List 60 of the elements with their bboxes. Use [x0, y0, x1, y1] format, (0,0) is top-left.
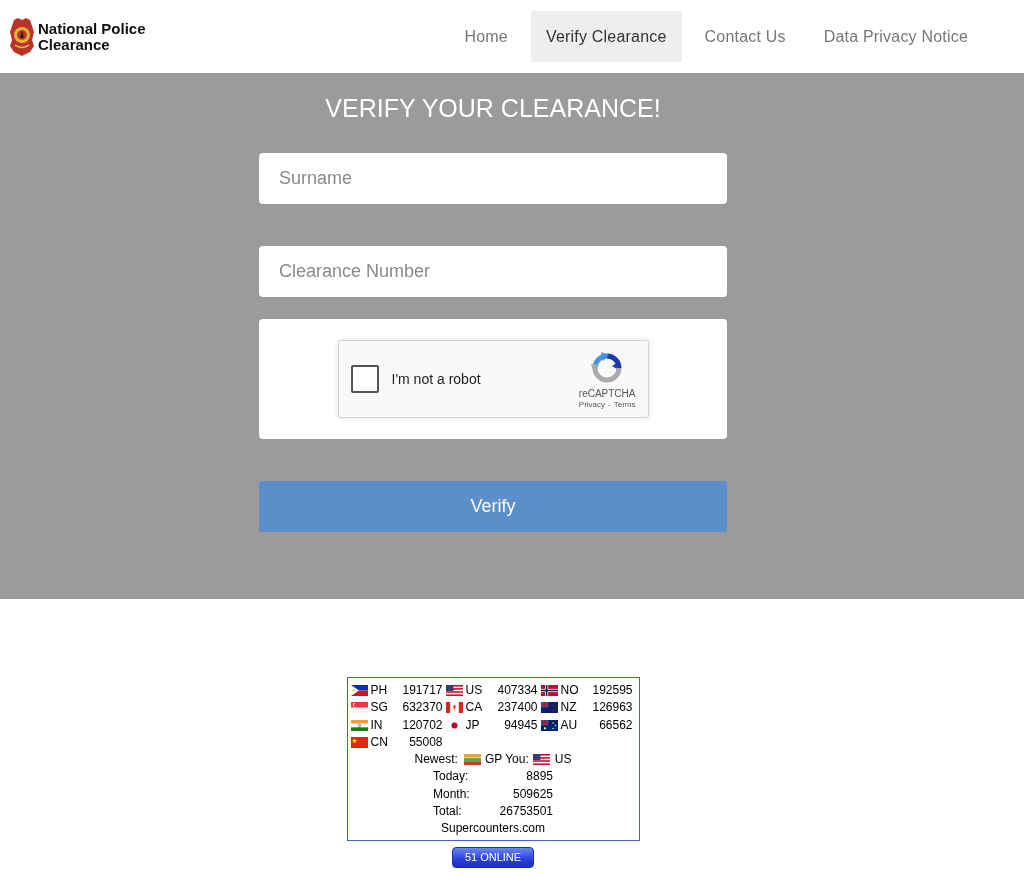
- input-field[interactable]: Clearance Number: [259, 246, 727, 297]
- visit-count: 191717: [402, 682, 443, 699]
- nav-link[interactable]: Contact Us: [689, 11, 801, 62]
- stat-label: Month:: [433, 785, 471, 803]
- stat-value: 26753501: [498, 803, 553, 821]
- country-code: PH: [370, 682, 388, 699]
- checkbox[interactable]: [350, 365, 379, 393]
- visit-count: 237400: [497, 699, 538, 717]
- country-code: AU: [560, 716, 578, 734]
- visit-count: 94945: [504, 716, 538, 734]
- flag-icon: [540, 685, 558, 697]
- visit-count: 126963: [592, 699, 633, 717]
- captcha-brand: reCAPTCHA: [578, 388, 636, 400]
- visit-count: 632370: [402, 699, 443, 717]
- visit-count: 192595: [592, 682, 633, 699]
- brand-name[interactable]: National Police Clearance: [38, 20, 173, 53]
- flag-icon: [532, 754, 550, 766]
- flag-icon: [445, 719, 463, 731]
- country-code: NO: [560, 682, 579, 699]
- country-code: NZ: [560, 699, 577, 717]
- country-code: SG: [370, 699, 388, 717]
- nav-link[interactable]: Data Privacy Notice: [808, 11, 983, 62]
- nav-link[interactable]: Home: [449, 11, 523, 62]
- online-count-button[interactable]: 51 ONLINE: [451, 846, 535, 868]
- country-code: US: [554, 751, 572, 769]
- flag-icon: [540, 702, 558, 714]
- flag-icon: [350, 702, 368, 714]
- flag-icon: [445, 702, 463, 714]
- page-heading: VERIFY YOUR CLEARANCE!: [324, 94, 662, 122]
- country-code: US: [465, 682, 483, 699]
- privacy-link[interactable]: Privacy: [578, 400, 606, 410]
- visit-count: 66562: [599, 716, 633, 734]
- stat-value: 509625: [511, 785, 553, 803]
- counter-site-link[interactable]: Supercounters.com: [440, 821, 546, 836]
- nav-link[interactable]: Verify Clearance: [530, 11, 682, 62]
- flag-icon: [540, 719, 558, 731]
- stat-label: Today:: [433, 768, 470, 786]
- country-code: JP: [465, 716, 480, 734]
- visit-count: 120702: [402, 716, 443, 734]
- newest-label: Newest:: [414, 751, 458, 769]
- terms-link[interactable]: Terms: [613, 400, 636, 410]
- circular-arrows-icon: [591, 352, 624, 384]
- country-code: IN: [370, 716, 383, 734]
- you-label: You:: [505, 751, 529, 769]
- flag-icon: [350, 719, 368, 731]
- flag-icon: [350, 685, 368, 697]
- visit-count: 407334: [497, 682, 538, 699]
- country-code: GP: [484, 751, 503, 769]
- stat-label: Total:: [433, 803, 463, 821]
- country-code: CA: [465, 699, 483, 717]
- shield-logo-icon: [10, 17, 34, 56]
- flag-icon: [445, 685, 463, 697]
- input-field[interactable]: Surname: [259, 153, 727, 204]
- stat-value: 8895: [525, 768, 553, 786]
- flag-icon: [463, 754, 481, 766]
- flag-icon: [350, 737, 368, 749]
- checkbox-label: I'm not a robot: [391, 369, 481, 389]
- visit-count: 55008: [409, 733, 443, 751]
- separator-text: -: [608, 400, 611, 410]
- country-code: CN: [370, 733, 388, 751]
